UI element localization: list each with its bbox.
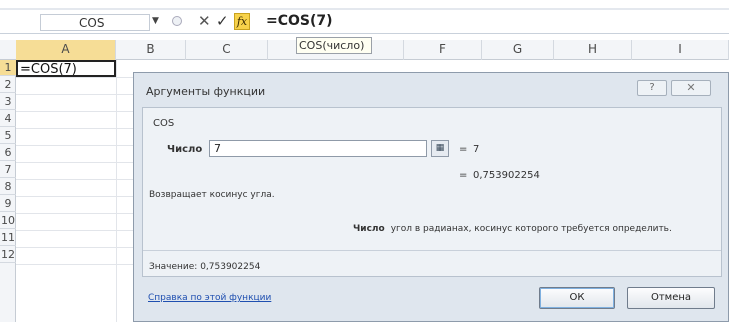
row-header[interactable]: 1 <box>0 60 16 76</box>
ribbon-edge <box>0 8 729 10</box>
enter-entry-icon[interactable]: ✓ <box>216 12 229 30</box>
row-header[interactable]: 12 <box>0 247 16 263</box>
column-header[interactable]: H <box>554 40 632 60</box>
row-header[interactable]: 4 <box>0 111 16 127</box>
arguments-group: COS Число 7 ▦ = 7 = 0,753902254 Возвраща… <box>142 107 722 277</box>
formula-result: Значение: 0,753902254 <box>149 262 261 272</box>
argument-evaluated-value: 7 <box>473 144 480 155</box>
cell-a1-value: =COS(7) <box>20 62 77 77</box>
argument-description-name: Число <box>353 224 385 234</box>
result-evaluated-value: 0,753902254 <box>473 170 540 181</box>
column-header[interactable]: A <box>16 40 116 60</box>
row-header[interactable]: 3 <box>0 94 16 110</box>
column-header[interactable]: B <box>116 40 186 60</box>
argument-label: Число <box>167 144 203 155</box>
row-header[interactable]: 2 <box>0 77 16 93</box>
close-icon[interactable]: ✕ <box>671 80 711 96</box>
row-header[interactable]: 7 <box>0 162 16 178</box>
formula-input[interactable]: =COS(7) <box>266 13 333 29</box>
active-cell-a1[interactable]: =COS(7) <box>16 60 116 77</box>
cancel-button[interactable]: Отмена <box>627 287 715 309</box>
cancel-entry-icon[interactable]: ✕ <box>198 12 211 30</box>
row-header[interactable]: 5 <box>0 128 16 144</box>
argument-equals: = <box>459 144 468 155</box>
dialog-title: Аргументы функции <box>146 85 266 98</box>
name-box-value: COS <box>79 16 105 30</box>
function-name: COS <box>153 118 175 129</box>
grip-icon <box>172 16 182 26</box>
ok-button[interactable]: ОК <box>539 287 615 309</box>
column-header[interactable]: F <box>404 40 482 60</box>
column-header[interactable]: C <box>186 40 268 60</box>
function-syntax-tooltip[interactable]: COS(число) <box>296 37 372 54</box>
collapse-dialog-icon[interactable]: ▦ <box>431 140 449 157</box>
argument-description: Число угол в радианах, косинус которого т… <box>353 224 672 234</box>
row-header[interactable]: 8 <box>0 179 16 195</box>
insert-function-icon[interactable]: fx <box>234 13 250 30</box>
row-headers: 1 2 3 4 5 6 7 8 9 10 11 12 <box>0 60 16 322</box>
row-header[interactable]: 10 <box>0 213 16 229</box>
result-equals: = <box>459 170 468 181</box>
argument-input[interactable]: 7 <box>209 140 427 157</box>
name-box[interactable]: COS <box>40 14 150 31</box>
name-box-dropdown-icon[interactable]: ▼ <box>152 16 159 26</box>
divider <box>143 250 721 251</box>
help-on-function-link[interactable]: Справка по этой функции <box>148 293 271 303</box>
row-header[interactable]: 9 <box>0 196 16 212</box>
function-description: Возвращает косинус угла. <box>149 190 275 200</box>
argument-description-text: угол в радианах, косинус которого требуе… <box>390 224 672 234</box>
row-header[interactable]: 6 <box>0 145 16 161</box>
function-arguments-dialog: Аргументы функции ? ✕ COS Число 7 ▦ = 7 … <box>133 72 729 322</box>
gridline <box>116 60 117 322</box>
row-header[interactable]: 11 <box>0 230 16 246</box>
help-icon[interactable]: ? <box>637 80 667 96</box>
column-header[interactable]: G <box>482 40 554 60</box>
formula-bar: COS ▼ ✕ ✓ fx =COS(7) <box>0 8 729 34</box>
column-header[interactable]: I <box>632 40 729 60</box>
